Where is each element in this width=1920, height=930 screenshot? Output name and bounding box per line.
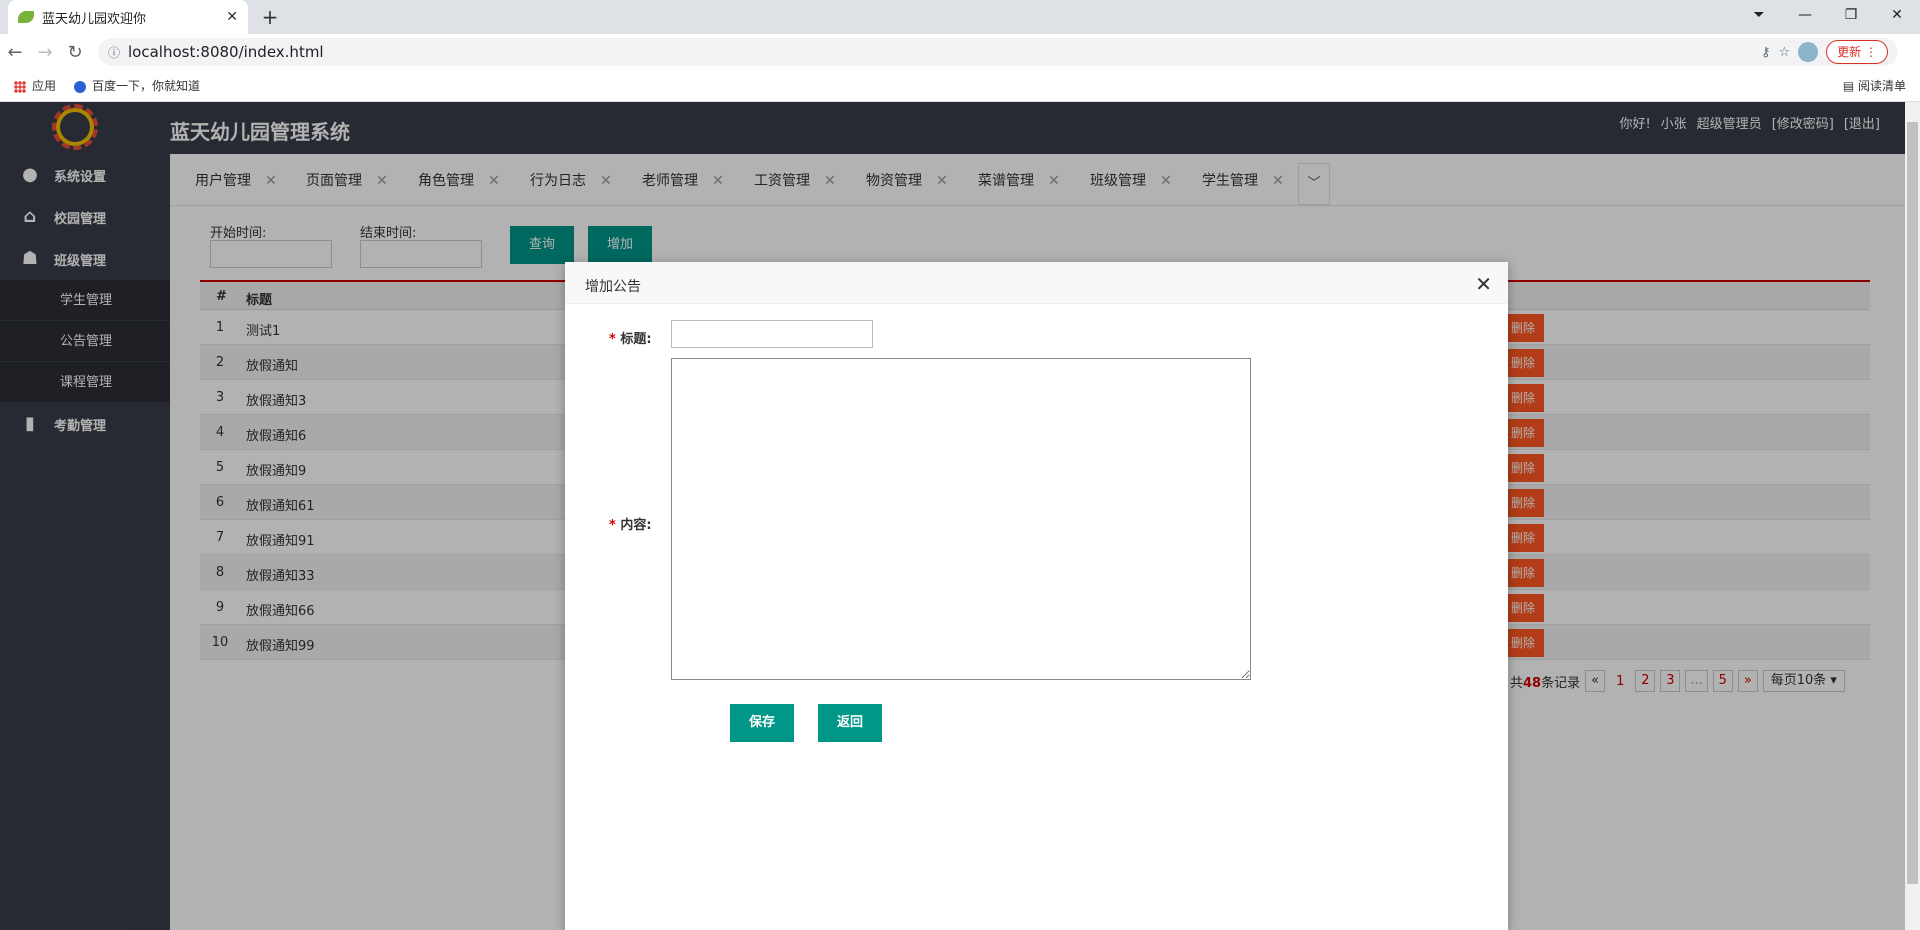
reading-list-icon: ▤ <box>1842 79 1858 93</box>
dialog-header: 增加公告 <box>565 262 1508 304</box>
baidu-paw-icon <box>74 80 87 93</box>
new-tab-button[interactable]: + <box>256 4 284 30</box>
leaf-favicon-icon <box>18 11 34 23</box>
browser-tab-title: 蓝天幼儿园欢迎你 <box>42 11 147 27</box>
back-icon[interactable]: ← <box>0 42 30 63</box>
profile-dropdown-icon[interactable]: ⏷ <box>1736 7 1782 23</box>
browser-tab-strip <box>0 0 1920 34</box>
minimize-button[interactable]: — <box>1782 7 1828 23</box>
avatar[interactable] <box>1798 42 1819 62</box>
close-icon[interactable]: ✕ <box>1475 272 1492 296</box>
bookmark-baidu[interactable]: 百度一下，你就知道 <box>74 77 200 94</box>
apps-grid-icon <box>14 80 26 93</box>
required-mark: * <box>609 332 616 347</box>
content-field-label: * 内容: <box>609 514 652 533</box>
title-input[interactable] <box>671 320 873 348</box>
update-button[interactable]: 更新 ⋮ <box>1826 40 1888 64</box>
bookmark-apps[interactable]: 应用 <box>14 77 56 94</box>
content-textarea[interactable] <box>671 358 1251 680</box>
address-bar[interactable]: ⓘ localhost:8080/index.html ⚷ ☆ 更新 ⋮ <box>98 38 1898 66</box>
content-label-text: 内容: <box>620 518 652 533</box>
info-icon[interactable]: ⓘ <box>108 44 120 61</box>
dialog-title: 增加公告 <box>585 279 641 295</box>
scrollbar-thumb[interactable] <box>1907 122 1918 884</box>
window-controls: ⏷ — ❐ ✕ <box>1736 0 1920 30</box>
required-mark: * <box>609 518 616 533</box>
browser-toolbar: ← → ↻ ⓘ localhost:8080/index.html ⚷ ☆ 更新… <box>0 34 1920 70</box>
reading-list-label: 阅读清单 <box>1857 79 1906 93</box>
close-tab-icon[interactable]: ✕ <box>226 9 238 25</box>
close-window-button[interactable]: ✕ <box>1874 7 1920 23</box>
reload-icon[interactable]: ↻ <box>60 42 90 63</box>
star-icon[interactable]: ☆ <box>1779 45 1791 60</box>
back-button[interactable]: 返回 <box>818 704 882 742</box>
update-label: 更新 <box>1837 45 1862 59</box>
restore-button[interactable]: ❐ <box>1828 7 1874 23</box>
add-notice-dialog: 增加公告 ✕ * 标题: * 内容: 保存 返回 <box>565 262 1508 930</box>
title-label-text: 标题: <box>620 332 652 347</box>
forward-icon[interactable]: → <box>30 42 60 63</box>
reading-list-button[interactable]: ▤ 阅读清单 <box>1843 77 1906 94</box>
key-icon[interactable]: ⚷ <box>1761 45 1771 60</box>
url-text[interactable]: localhost:8080/index.html <box>128 43 1753 61</box>
save-button[interactable]: 保存 <box>730 704 794 742</box>
browser-tab[interactable]: 蓝天幼儿园欢迎你 ✕ <box>8 0 248 34</box>
title-field-label: * 标题: <box>609 328 652 347</box>
bookmark-label: 百度一下，你就知道 <box>92 79 201 93</box>
bookmarks-bar: 应用 百度一下，你就知道 ▤ 阅读清单 <box>0 70 1920 102</box>
bookmark-label: 应用 <box>32 79 57 93</box>
